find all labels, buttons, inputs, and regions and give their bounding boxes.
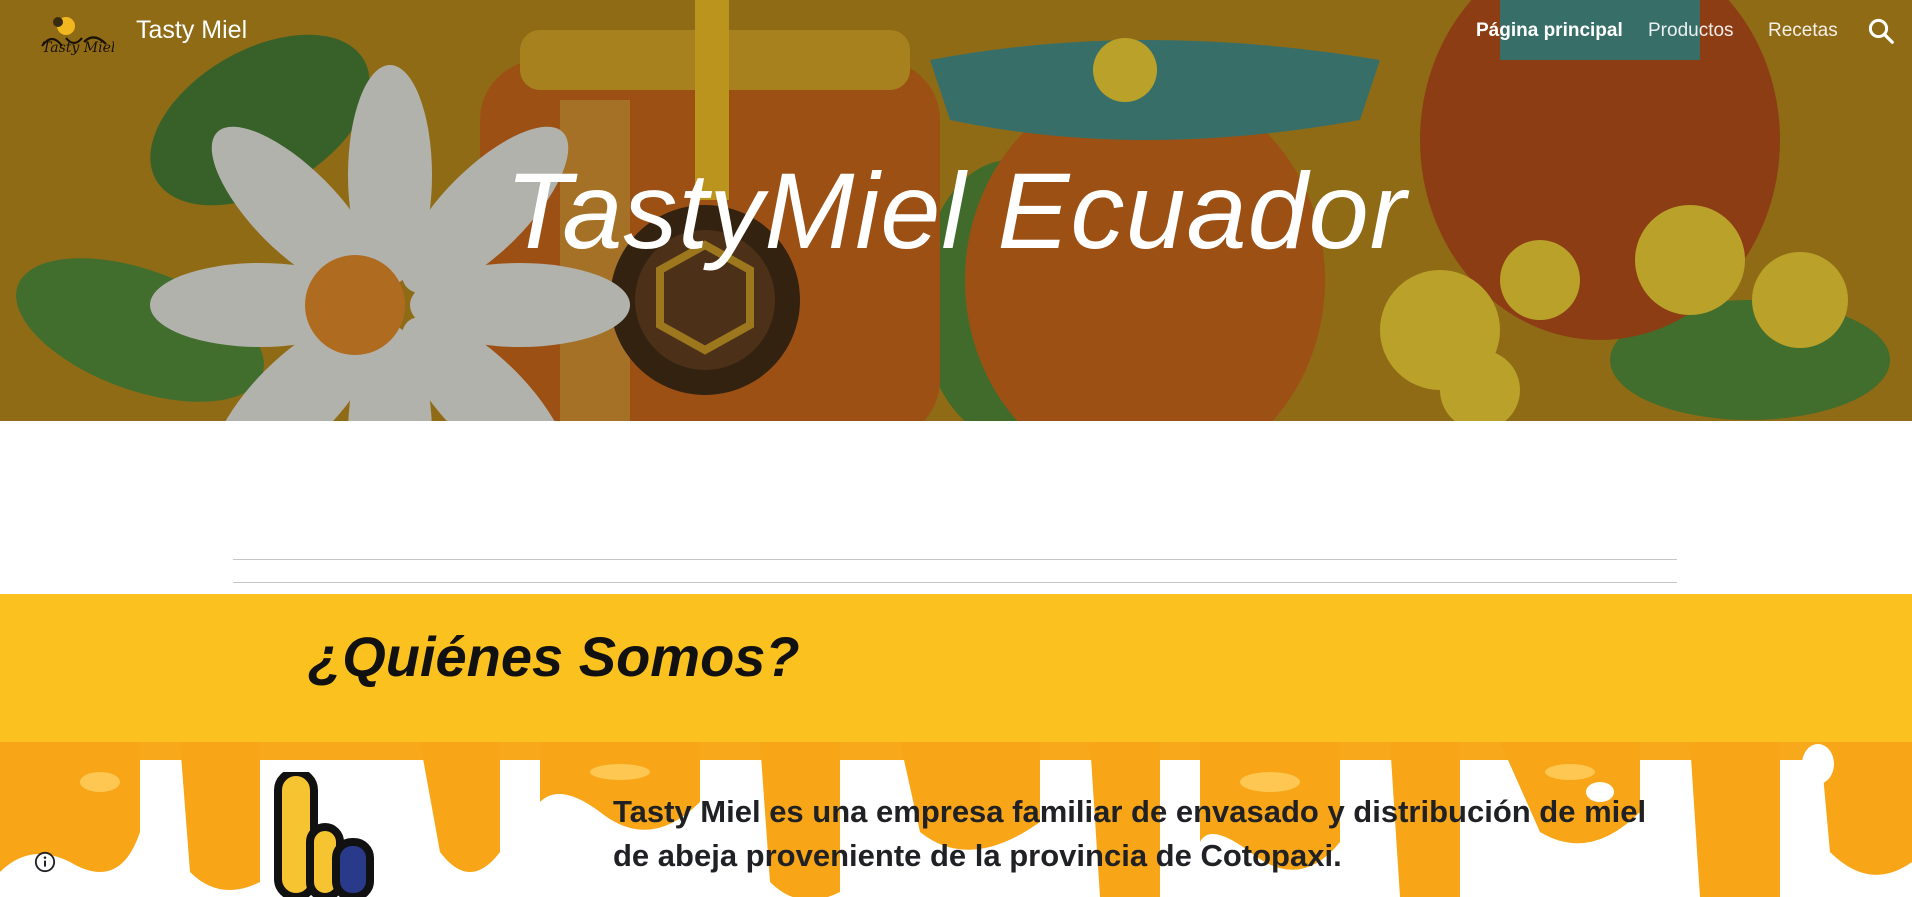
logo-text: Tasty Miel: [42, 40, 114, 56]
site-title[interactable]: Tasty Miel: [136, 16, 247, 45]
about-heading: ¿Quiénes Somos?: [308, 625, 800, 688]
about-heading-band: ¿Quiénes Somos?: [0, 594, 1912, 742]
search-icon[interactable]: [1866, 16, 1896, 46]
nav-item-productos[interactable]: Productos: [1648, 20, 1734, 42]
hero-banner: Tasty Miel Tasty Miel Página principal P…: [0, 0, 1912, 421]
about-section: Tasty Miel es una empresa familiar de en…: [0, 742, 1912, 897]
nav-item-pagina-principal[interactable]: Página principal: [1476, 20, 1623, 42]
section-divider-1: [233, 559, 1677, 560]
section-divider-2: [233, 582, 1677, 583]
nav-item-recetas[interactable]: Recetas: [1768, 20, 1838, 42]
about-intro-text: Tasty Miel es una empresa familiar de en…: [613, 794, 1647, 873]
hero-title: TastyMiel Ecuador: [505, 150, 1407, 271]
top-navigation-bar: Tasty Miel Tasty Miel Página principal P…: [0, 0, 1912, 64]
tasty-miel-logo[interactable]: Tasty Miel: [36, 8, 114, 56]
info-icon[interactable]: [34, 851, 56, 873]
pointing-hand-illustration: [274, 772, 374, 897]
